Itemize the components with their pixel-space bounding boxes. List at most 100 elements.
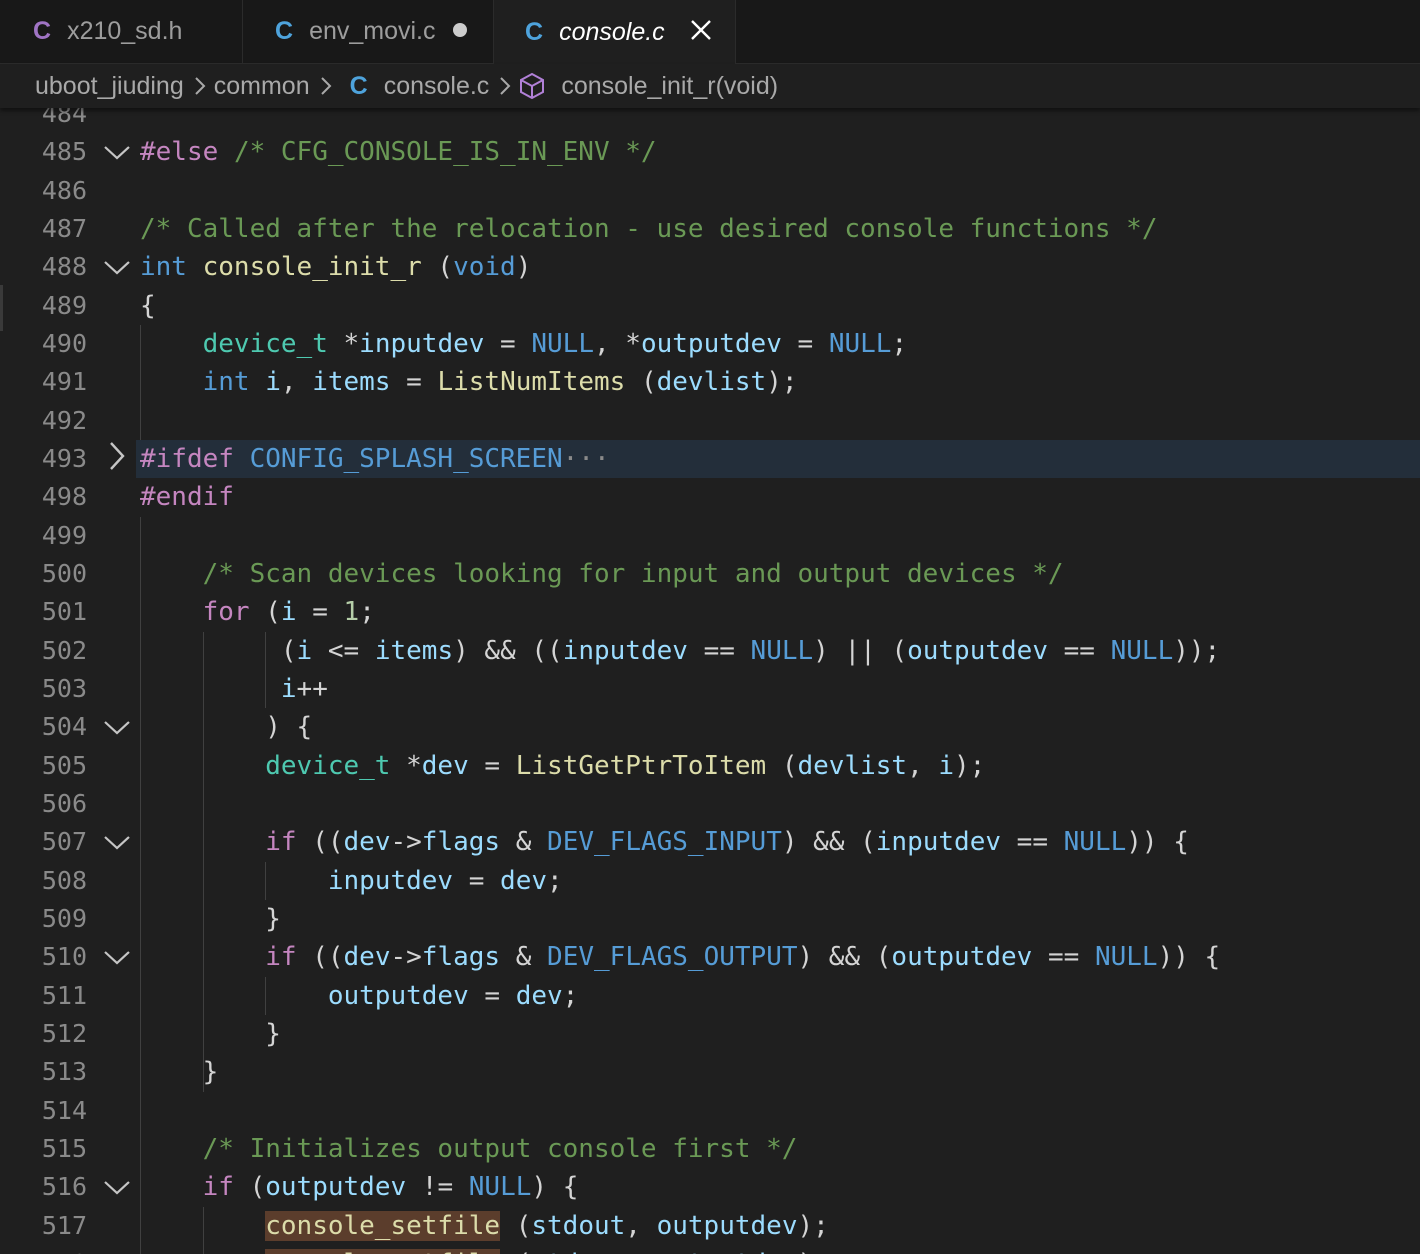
close-icon[interactable] <box>683 12 719 48</box>
breadcrumb-file-console-c[interactable]: C console.c <box>350 72 490 101</box>
code-line[interactable]: 518 console_setfile (stderr, outputdev); <box>0 1245 1420 1254</box>
code-line[interactable]: 516 if (outputdev != NULL) { <box>0 1168 1420 1206</box>
line-number: 518 <box>0 1245 87 1254</box>
tab-console-c[interactable]: C console.c <box>494 0 736 64</box>
unsaved-dot-icon[interactable] <box>453 23 467 37</box>
code-line[interactable]: 498 #endif <box>0 478 1420 516</box>
code-line[interactable]: 499 <box>0 517 1420 555</box>
code-line[interactable]: 492 <box>0 402 1420 440</box>
line-number: 484 <box>41 108 87 128</box>
indent-guide <box>202 631 204 1092</box>
fold-chevron-down-icon[interactable] <box>102 946 132 970</box>
line-number: 501 <box>41 597 87 627</box>
tab-env-movi-c[interactable]: C env_movi.c <box>243 0 494 63</box>
code-line[interactable]: 508 inputdev = dev; <box>0 862 1420 900</box>
breadcrumb-folder-uboot[interactable]: uboot_jiuding <box>35 72 184 101</box>
code-text: { <box>140 290 156 321</box>
fold-chevron-down-icon[interactable] <box>102 1176 132 1200</box>
breadcrumb-label: uboot_jiuding <box>35 71 184 100</box>
code-line[interactable]: 517 console_setfile (stdout, outputdev); <box>0 1207 1420 1245</box>
code-line[interactable]: 511 outputdev = dev; <box>0 977 1420 1015</box>
code-text: #endif <box>140 482 234 513</box>
code-line[interactable]: 489 { <box>0 287 1420 325</box>
line-number: 507 <box>41 827 87 857</box>
fold-chevron-down-icon[interactable] <box>102 831 132 855</box>
indent-guide <box>265 631 267 709</box>
code-text: device_t *inputdev = NULL, *outputdev = … <box>202 328 908 359</box>
breadcrumb-symbol-console-init-r[interactable]: console_init_r(void) <box>519 72 778 101</box>
indent-guide <box>265 861 267 900</box>
code-text: /* Called after the relocation - use des… <box>140 213 1158 244</box>
indent-guide <box>265 976 267 1015</box>
code-line[interactable]: 512 } <box>0 1015 1420 1053</box>
line-number: 512 <box>41 1018 87 1048</box>
code-line[interactable]: 507 if ((dev->flags & DEV_FLAGS_INPUT) &… <box>0 823 1420 861</box>
code-line[interactable]: 515 /* Initializes output console first … <box>0 1130 1420 1168</box>
c-file-icon: C <box>275 17 294 45</box>
line-number: 509 <box>41 903 87 933</box>
line-number: 499 <box>41 520 87 550</box>
fold-chevron-right-icon[interactable] <box>102 442 132 470</box>
code-line[interactable]: 504 ) { <box>0 708 1420 746</box>
line-number: 517 <box>41 1210 87 1240</box>
line-number: 498 <box>41 482 87 512</box>
panel-sash[interactable] <box>0 285 3 331</box>
line-number: 504 <box>41 712 87 742</box>
code-line[interactable]: 493 #ifdef CONFIG_SPLASH_SCREEN··· <box>0 439 1420 479</box>
line-number: 502 <box>41 635 87 665</box>
line-number: 506 <box>41 788 87 818</box>
code-editor[interactable]: 484 485 #else /* CFG_CONSOLE_IS_IN_ENV */4… <box>0 108 1420 1254</box>
line-number: 511 <box>41 980 87 1010</box>
line-number: 508 <box>41 865 87 895</box>
code-line[interactable]: 487 /* Called after the relocation - use … <box>0 210 1420 248</box>
folded-ellipsis[interactable]: ··· <box>563 444 610 474</box>
code-line[interactable]: 509 } <box>0 900 1420 938</box>
code-text: if (outputdev != NULL) { <box>202 1172 579 1203</box>
code-text: /* Scan devices looking for input and ou… <box>202 558 1064 589</box>
indent-guide <box>140 324 141 440</box>
fold-chevron-down-icon[interactable] <box>102 256 132 280</box>
line-number: 500 <box>41 558 87 588</box>
code-line[interactable]: 488 int console_init_r (void) <box>0 248 1420 286</box>
code-line[interactable]: 505 device_t *dev = ListGetPtrToItem (de… <box>0 747 1420 785</box>
chevron-right-icon <box>320 76 332 96</box>
line-number: 485 <box>41 137 87 167</box>
symbol-method-icon <box>519 72 545 100</box>
code-line[interactable]: 506 <box>0 785 1420 823</box>
c-file-icon: C <box>349 71 368 100</box>
code-line[interactable]: 510 if ((dev->flags & DEV_FLAGS_OUTPUT) … <box>0 938 1420 976</box>
line-number: 487 <box>41 213 87 243</box>
code-text: if ((dev->flags & DEV_FLAGS_INPUT) && (i… <box>265 827 1189 858</box>
line-number: 488 <box>41 252 87 282</box>
code-line[interactable]: 500 /* Scan devices looking for input an… <box>0 555 1420 593</box>
breadcrumb-folder-common[interactable]: common <box>214 72 310 101</box>
code-line[interactable]: 491 int i, items = ListNumItems (devlist… <box>0 363 1420 401</box>
fold-chevron-down-icon[interactable] <box>102 716 132 740</box>
code-text: } <box>140 1057 219 1088</box>
code-line[interactable]: 490 device_t *inputdev = NULL, *outputde… <box>0 325 1420 363</box>
line-number: 513 <box>41 1057 87 1087</box>
code-line[interactable]: 503 i++ <box>0 670 1420 708</box>
code-line[interactable]: 501 for (i = 1; <box>0 593 1420 631</box>
code-line[interactable]: 502 (i <= items) && ((inputdev == NULL) … <box>0 632 1420 670</box>
code-text: for (i = 1; <box>202 597 375 628</box>
code-line[interactable]: 486 <box>0 172 1420 210</box>
code-text: outputdev = dev; <box>327 980 579 1011</box>
indent-guide <box>140 516 141 1254</box>
code-line[interactable]: 484 <box>0 108 1420 133</box>
code-line[interactable]: 514 <box>0 1092 1420 1130</box>
code-line[interactable]: 513 } <box>0 1053 1420 1091</box>
tab-x210-sd-h[interactable]: C x210_sd.h <box>0 0 243 63</box>
breadcrumb-label: console_init_r(void) <box>561 71 779 100</box>
breadcrumb-label: common <box>213 71 310 100</box>
line-number: 491 <box>41 367 87 397</box>
line-number: 516 <box>41 1172 87 1202</box>
code-line[interactable]: 485 #else /* CFG_CONSOLE_IS_IN_ENV */ <box>0 133 1420 171</box>
indent-guide <box>202 1206 204 1254</box>
c-file-icon: C <box>525 17 544 46</box>
fold-chevron-down-icon[interactable] <box>102 141 132 165</box>
tab-label: console.c <box>559 17 665 46</box>
code-text: device_t *dev = ListGetPtrToItem (devlis… <box>265 750 986 781</box>
line-number: 505 <box>41 750 87 780</box>
chevron-right-icon <box>499 76 511 96</box>
